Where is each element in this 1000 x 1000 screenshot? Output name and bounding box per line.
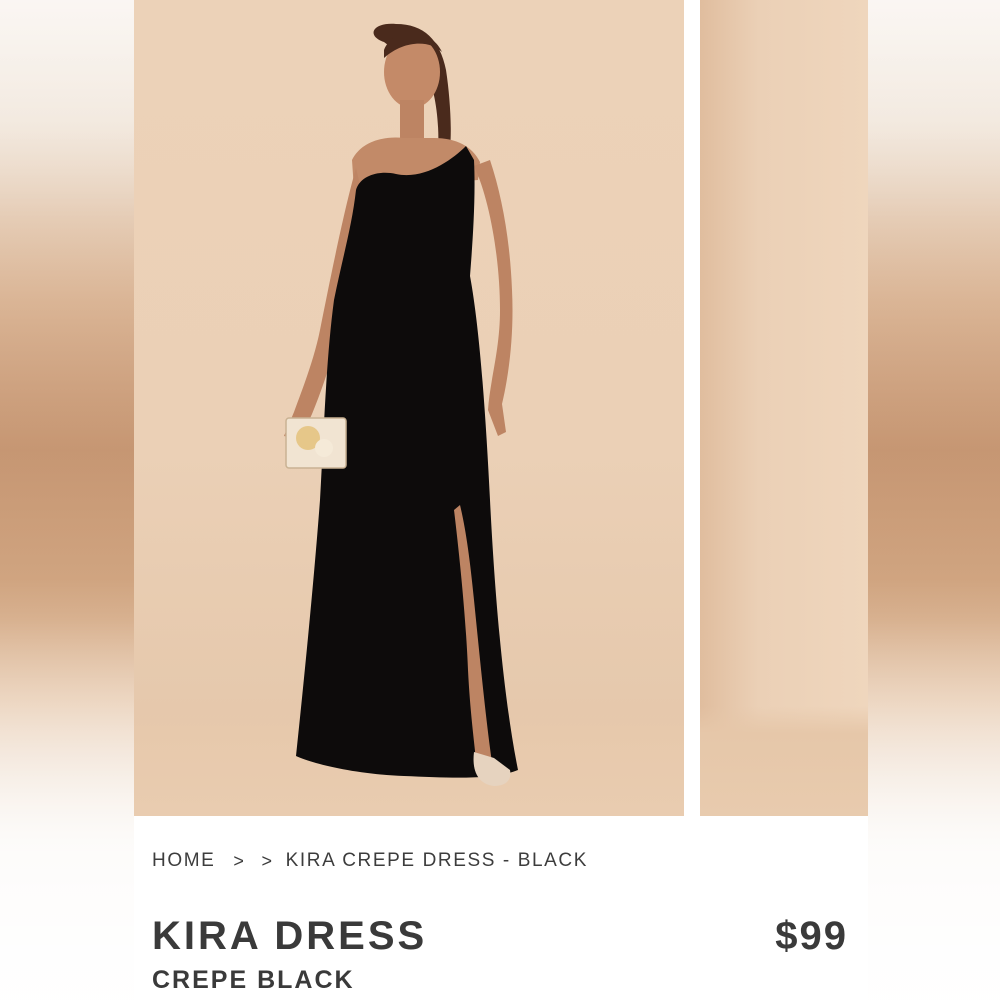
breadcrumb-separator: > <box>233 850 246 871</box>
breadcrumb-separator: > <box>261 850 274 871</box>
product-image-secondary[interactable] <box>700 0 868 816</box>
breadcrumb: HOME > > KIRA CREPE DRESS - BLACK <box>152 850 588 872</box>
floor-shadow <box>700 706 868 816</box>
breadcrumb-current: KIRA CREPE DRESS - BLACK <box>285 850 589 871</box>
breadcrumb-home-link[interactable]: HOME <box>152 850 215 872</box>
product-image-main[interactable] <box>134 0 684 816</box>
product-variant: CREPE BLACK <box>152 966 355 994</box>
blurred-background-right <box>868 0 1000 1000</box>
product-title: KIRA DRESS <box>152 914 428 958</box>
product-card: HOME > > KIRA CREPE DRESS - BLACK KIRA D… <box>134 0 868 1000</box>
blurred-background-left <box>0 0 134 1000</box>
product-price: $99 <box>775 914 848 958</box>
model-figure <box>284 23 518 786</box>
product-info: HOME > > KIRA CREPE DRESS - BLACK KIRA D… <box>134 816 868 1000</box>
neck <box>400 100 424 138</box>
product-gallery[interactable] <box>134 0 868 816</box>
